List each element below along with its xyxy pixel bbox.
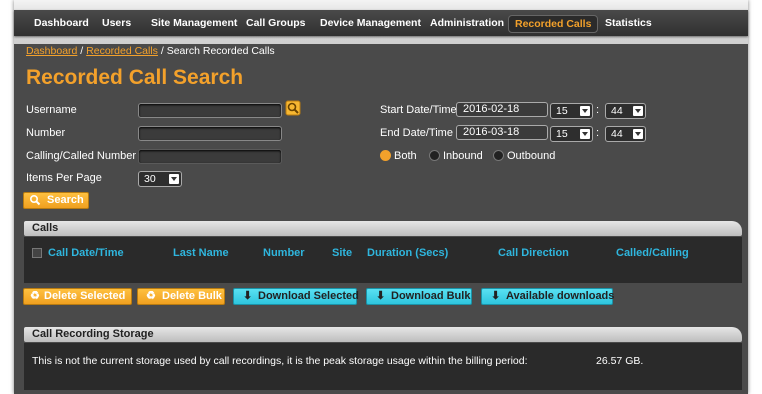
nav-item-users[interactable]: Users	[102, 10, 131, 36]
nav-item-dashboard[interactable]: Dashboard	[34, 10, 89, 36]
available-downloads-label: Available downloads	[506, 290, 615, 302]
storage-value: 26.57 GB.	[596, 355, 644, 367]
nav-item-recorded-calls[interactable]: Recorded Calls	[508, 15, 599, 33]
chevron-down-icon	[633, 129, 643, 139]
chevron-down-icon	[580, 129, 590, 139]
storage-panel-header: Call Recording Storage	[24, 327, 742, 342]
end-minute-select[interactable]: 44	[605, 126, 646, 142]
calling-called-number-label: Calling/Called Number	[26, 150, 137, 162]
recycle-icon: ♻	[146, 290, 156, 302]
nav-item-administration[interactable]: Administration	[430, 10, 504, 36]
select-all-checkbox[interactable]	[32, 248, 42, 258]
download-icon: ⬇	[243, 290, 253, 302]
direction-radio-outbound[interactable]	[493, 150, 504, 161]
breadcrumb-separator: /	[157, 45, 167, 57]
column-header-duration[interactable]: Duration (Secs)	[367, 247, 448, 259]
nav-item-statistics[interactable]: Statistics	[605, 10, 652, 36]
chevron-down-icon	[169, 174, 179, 184]
end-hour-select[interactable]: 15	[550, 126, 593, 142]
direction-radio-inbound[interactable]	[429, 150, 440, 161]
start-minute-value: 44	[611, 105, 623, 117]
column-header-called-calling[interactable]: Called/Calling	[616, 247, 689, 259]
chevron-down-icon	[580, 106, 590, 116]
column-header-site[interactable]: Site	[332, 247, 352, 259]
breadcrumb-current: Search Recorded Calls	[166, 45, 275, 57]
column-header-call-date-time[interactable]: Call Date/Time	[48, 247, 124, 259]
user-lookup-icon[interactable]	[285, 100, 301, 116]
download-selected-label: Download Selected	[258, 290, 359, 302]
calls-panel-header: Calls	[24, 221, 742, 236]
username-input[interactable]	[138, 103, 282, 118]
download-selected-button[interactable]: ⬇ Download Selected	[233, 288, 359, 305]
recycle-icon: ♻	[30, 290, 40, 302]
delete-selected-button[interactable]: ♻ Delete Selected	[23, 288, 132, 305]
storage-panel-title: Call Recording Storage	[32, 328, 154, 340]
download-bulk-label: Download Bulk	[391, 290, 471, 302]
end-date-input[interactable]: 2016-03-18	[456, 125, 548, 140]
breadcrumb-link-dashboard[interactable]: Dashboard	[26, 45, 77, 57]
breadcrumb-link-recorded-calls[interactable]: Recorded Calls	[86, 45, 158, 57]
start-minute-select[interactable]: 44	[605, 103, 646, 119]
nav-bar: Dashboard Users Site Management Call Gro…	[14, 10, 748, 36]
storage-panel: This is not the current storage used by …	[24, 343, 742, 390]
direction-label-inbound: Inbound	[443, 150, 483, 162]
breadcrumb-separator: /	[77, 45, 87, 57]
items-per-page-label: Items Per Page	[26, 172, 102, 184]
end-minute-value: 44	[611, 128, 623, 140]
search-icon	[29, 194, 41, 206]
end-date-time-label: End Date/Time	[380, 127, 453, 139]
direction-label-outbound: Outbound	[507, 150, 556, 162]
start-date-time-label: Start Date/Time	[380, 104, 457, 116]
items-per-page-select[interactable]: 30	[138, 171, 182, 187]
nav-item-device-management[interactable]: Device Management	[320, 10, 421, 36]
download-icon: ⬇	[376, 290, 386, 302]
nav-item-call-groups[interactable]: Call Groups	[246, 10, 306, 36]
direction-radio-both[interactable]	[380, 150, 391, 161]
column-header-last-name[interactable]: Last Name	[173, 247, 229, 259]
username-label: Username	[26, 104, 77, 116]
top-navigation: Dashboard Users Site Management Call Gro…	[14, 0, 748, 44]
start-hour-select[interactable]: 15	[550, 103, 593, 119]
time-separator: :	[596, 127, 600, 139]
number-label: Number	[26, 127, 66, 139]
nav-item-site-management[interactable]: Site Management	[151, 10, 237, 36]
delete-bulk-label: Delete Bulk	[162, 290, 222, 302]
search-button-label: Search	[47, 194, 84, 206]
direction-label-both: Both	[394, 150, 417, 162]
number-input[interactable]	[138, 126, 282, 141]
download-icon: ⬇	[491, 290, 501, 302]
storage-description: This is not the current storage used by …	[32, 355, 528, 367]
column-header-call-direction[interactable]: Call Direction	[498, 247, 569, 259]
search-button[interactable]: Search	[23, 192, 89, 209]
breadcrumb: Dashboard / Recorded Calls / Search Reco…	[26, 45, 275, 57]
start-hour-value: 15	[556, 105, 568, 117]
delete-selected-label: Delete Selected	[44, 290, 126, 302]
items-per-page-value: 30	[144, 173, 156, 185]
available-downloads-button[interactable]: ⬇ Available downloads	[481, 288, 615, 305]
calls-table: Call Date/Time Last Name Number Site Dur…	[24, 237, 742, 283]
chevron-down-icon	[633, 106, 643, 116]
delete-bulk-button[interactable]: ♻ Delete Bulk	[137, 288, 225, 305]
calls-panel-title: Calls	[32, 222, 59, 234]
start-date-input[interactable]: 2016-02-18	[456, 102, 548, 117]
time-separator: :	[596, 104, 600, 116]
download-bulk-button[interactable]: ⬇ Download Bulk	[366, 288, 472, 305]
column-header-number[interactable]: Number	[263, 247, 305, 259]
calling-called-number-input[interactable]	[138, 149, 282, 164]
end-hour-value: 15	[556, 128, 568, 140]
page-title: Recorded Call Search	[26, 66, 244, 89]
